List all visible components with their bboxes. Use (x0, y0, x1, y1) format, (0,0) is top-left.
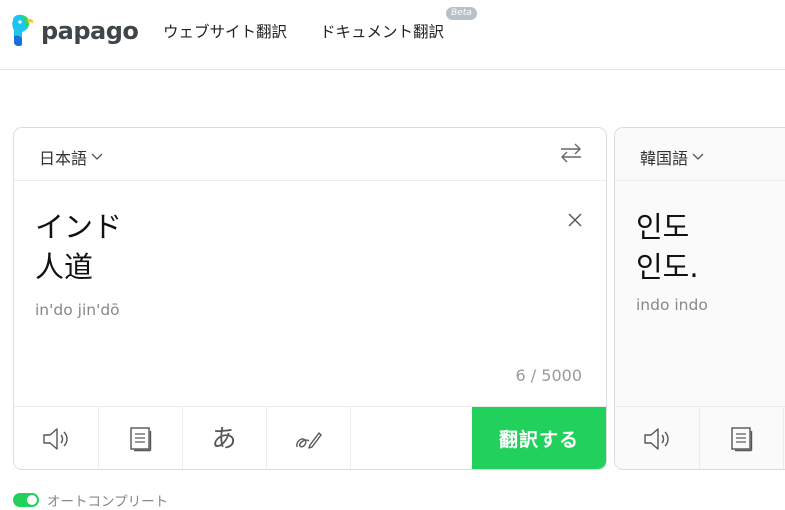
source-language-label: 日本語 (39, 149, 88, 168)
source-text-line: 人道 (35, 250, 94, 284)
top-header: papago ウェブサイト翻訳 ドキュメント翻訳 Beta (0, 0, 785, 70)
document-icon (731, 426, 753, 451)
logo-text: papago (41, 17, 139, 45)
toggle-knob (27, 495, 37, 505)
autocomplete-setting: オートコンプリート (13, 490, 168, 510)
translation-output: 인도 인도. (636, 207, 699, 287)
target-language-label: 韓国語 (640, 149, 689, 168)
source-dictionary-button[interactable] (98, 407, 183, 469)
target-panel-header: 韓国語 (615, 128, 785, 181)
target-toolbar (615, 406, 785, 469)
hiragana-icon: あ (211, 424, 237, 453)
target-language-select[interactable]: 韓国語 (640, 145, 704, 169)
source-romanization: in'do jin'dō (35, 301, 120, 319)
handwriting-icon (296, 431, 322, 449)
document-icon (130, 426, 152, 451)
speaker-icon (644, 427, 669, 450)
translate-button[interactable]: 翻訳する (472, 407, 606, 469)
beta-badge: Beta (446, 7, 477, 20)
close-icon[interactable] (568, 213, 582, 227)
source-language-select[interactable]: 日本語 (39, 145, 103, 169)
autocomplete-label: オートコンプリート (47, 494, 169, 510)
source-text-line: インド (35, 210, 123, 244)
translation-text-line: 인도. (636, 250, 699, 284)
chevron-down-icon (692, 153, 704, 160)
target-listen-button[interactable] (615, 407, 700, 469)
translation-text-line: 인도 (636, 210, 690, 244)
source-handwriting-button[interactable] (266, 407, 351, 469)
nav-website-translation[interactable]: ウェブサイト翻訳 (163, 20, 287, 42)
papago-parrot-icon (12, 14, 34, 47)
target-romanization: indo indo (636, 296, 708, 314)
source-text-input[interactable]: インド 人道 (35, 207, 122, 287)
target-dictionary-button[interactable] (699, 407, 784, 469)
source-hiragana-button[interactable]: あ (182, 407, 267, 469)
source-toolbar: あ 翻訳する (14, 406, 606, 469)
swap-languages-icon[interactable] (559, 142, 583, 164)
target-panel: 韓国語 인도 인도. indo indo (614, 127, 785, 470)
speaker-icon (43, 427, 68, 450)
chevron-down-icon (91, 153, 103, 160)
source-listen-button[interactable] (14, 407, 99, 469)
character-count: 6 / 5000 (515, 366, 582, 385)
source-panel: 日本語 インド 人道 in'do jin'dō 6 / 5000 あ 翻訳する (13, 127, 607, 470)
nav-document-translation[interactable]: ドキュメント翻訳 (320, 20, 444, 42)
source-panel-header: 日本語 (14, 128, 606, 181)
autocomplete-toggle[interactable] (13, 493, 39, 507)
papago-logo[interactable]: papago (9, 14, 139, 50)
